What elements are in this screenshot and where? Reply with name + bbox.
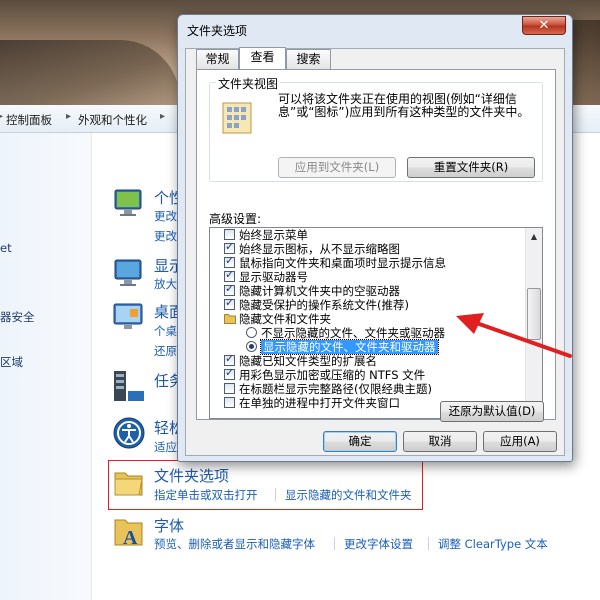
svg-text:A: A	[123, 527, 138, 549]
setting-row[interactable]: 显示驱动器号	[210, 268, 526, 284]
setting-row[interactable]: 始终显示菜单	[210, 228, 526, 242]
checkbox[interactable]	[224, 296, 235, 310]
checkbox[interactable]	[224, 229, 235, 240]
close-icon: ✕	[538, 18, 550, 33]
folder-view-icon	[222, 102, 252, 134]
apply-to-folders-button[interactable]: 应用到文件夹(L)	[278, 157, 396, 178]
checkbox[interactable]	[224, 254, 235, 268]
breadcrumb-control-panel[interactable]: 控制面板	[6, 112, 52, 128]
display-icon	[114, 259, 142, 286]
setting-label: 鼠标指向文件夹和桌面项时显示提示信息	[239, 256, 446, 270]
annotation-arrow-icon	[456, 313, 572, 358]
restore-defaults-button[interactable]: 还原为默认值(D)	[440, 401, 544, 422]
taskbar-icon	[114, 371, 144, 401]
advanced-settings-label: 高级设置:	[209, 212, 262, 226]
personalization-link[interactable]: 更改	[154, 208, 177, 224]
setting-label: 隐藏已知文件类型的扩展名	[239, 354, 377, 368]
fonts-preview-link[interactable]: 预览、删除或者显示和隐藏字体	[154, 536, 315, 552]
checkbox[interactable]	[224, 366, 235, 380]
ease-of-access-link[interactable]: 适应	[154, 439, 177, 455]
ease-of-access-icon	[113, 417, 145, 449]
checkbox[interactable]	[224, 268, 235, 282]
setting-group-label: 隐藏文件和文件夹	[239, 312, 331, 326]
reset-folders-button[interactable]: 重置文件夹(R)	[407, 157, 535, 178]
personalization-link[interactable]: 更改	[154, 228, 177, 244]
link-divider	[334, 537, 335, 550]
setting-label-selected: 显示隐藏的文件、文件夹和驱动器	[260, 339, 439, 355]
left-nav-link[interactable]: 区域	[0, 354, 23, 370]
breadcrumb-separator: ▸	[0, 111, 4, 122]
radio-button-selected[interactable]	[246, 341, 257, 352]
dialog-body: 常规 查看 搜索 文件夹视图 可以将该文件夹正在使用的视图(例如“详细信息”或“…	[185, 47, 565, 456]
radio-button[interactable]	[246, 327, 257, 338]
tab-view[interactable]: 查看	[239, 47, 286, 69]
setting-label: 显示驱动器号	[239, 270, 308, 284]
fonts-settings-link[interactable]: 更改字体设置	[344, 536, 413, 552]
setting-label: 在标题栏显示完整路径(仅限经典主题)	[239, 382, 432, 396]
dialog-title: 文件夹选项	[187, 24, 248, 38]
setting-row[interactable]: 在标题栏显示完整路径(仅限经典主题)	[210, 382, 526, 396]
checkbox[interactable]	[224, 352, 235, 366]
folder-options-dialog: 文件夹选项 ✕ 常规 查看 搜索 文件夹视图 可以将该文件夹正在使用的视图(例如…	[177, 14, 573, 462]
checkbox[interactable]	[224, 240, 235, 254]
apply-button[interactable]: 应用(A)	[483, 431, 557, 452]
cleartype-link[interactable]: 调整 ClearType 文本	[438, 536, 548, 552]
setting-label: 始终显示菜单	[239, 228, 308, 242]
fonts-icon: A	[114, 519, 143, 549]
folder-views-label: 文件夹视图	[216, 75, 281, 92]
breadcrumb-separator: ▸	[66, 111, 72, 122]
setting-label: 用彩色显示加密或压缩的 NTFS 文件	[239, 368, 426, 382]
annotation-highlight-box	[108, 460, 423, 510]
desktop-gadgets-link[interactable]: 个桌	[154, 323, 177, 339]
checkbox[interactable]	[224, 282, 235, 296]
folder-views-group: 文件夹视图 可以将该文件夹正在使用的视图(例如“详细信息”或“图标”)应用到所有…	[209, 75, 543, 182]
display-link[interactable]: 放大	[154, 276, 177, 292]
folder-icon	[224, 314, 236, 324]
checkbox[interactable]	[224, 383, 235, 394]
setting-label: 在单独的进程中打开文件夹窗口	[239, 396, 400, 410]
ok-button[interactable]: 确定	[323, 431, 397, 452]
left-navigation-pane: et 器安全 区域	[0, 133, 92, 600]
breadcrumb-appearance[interactable]: 外观和个性化	[78, 112, 147, 128]
left-nav-link[interactable]: et	[0, 241, 12, 255]
setting-row[interactable]: 用彩色显示加密或压缩的 NTFS 文件	[210, 366, 526, 382]
setting-label: 不显示隐藏的文件、文件夹或驱动器	[261, 326, 445, 340]
desktop-gadgets-icon	[113, 303, 143, 329]
setting-row[interactable]: 鼠标指向文件夹和桌面项时显示提示信息	[210, 254, 526, 270]
folder-views-description: 可以将该文件夹正在使用的视图(例如“详细信息”或“图标”)应用到所有这种类型的文…	[278, 92, 530, 119]
checkbox[interactable]	[224, 397, 235, 408]
setting-label: 隐藏计算机文件夹中的空驱动器	[239, 284, 400, 298]
setting-label: 始终显示图标，从不显示缩略图	[239, 242, 400, 256]
left-nav-link[interactable]: 器安全	[0, 309, 35, 325]
setting-label: 隐藏受保护的操作系统文件(推荐)	[239, 298, 409, 312]
setting-row[interactable]: 隐藏计算机文件夹中的空驱动器	[210, 282, 526, 298]
setting-row[interactable]: 始终显示图标，从不显示缩略图	[210, 240, 526, 256]
desktop-gadgets-link[interactable]: 还原	[154, 343, 177, 359]
cancel-button[interactable]: 取消	[403, 431, 477, 452]
wallpaper-rock	[0, 40, 180, 105]
close-button[interactable]: ✕	[522, 16, 566, 35]
scroll-up-icon[interactable]: ▲	[527, 229, 541, 244]
fonts-title[interactable]: 字体	[154, 515, 184, 536]
monitor-icon	[114, 189, 142, 216]
breadcrumb-separator: ▸	[160, 111, 166, 122]
tab-search[interactable]: 搜索	[286, 49, 331, 69]
link-divider	[428, 537, 429, 550]
tab-general[interactable]: 常规	[196, 49, 239, 69]
